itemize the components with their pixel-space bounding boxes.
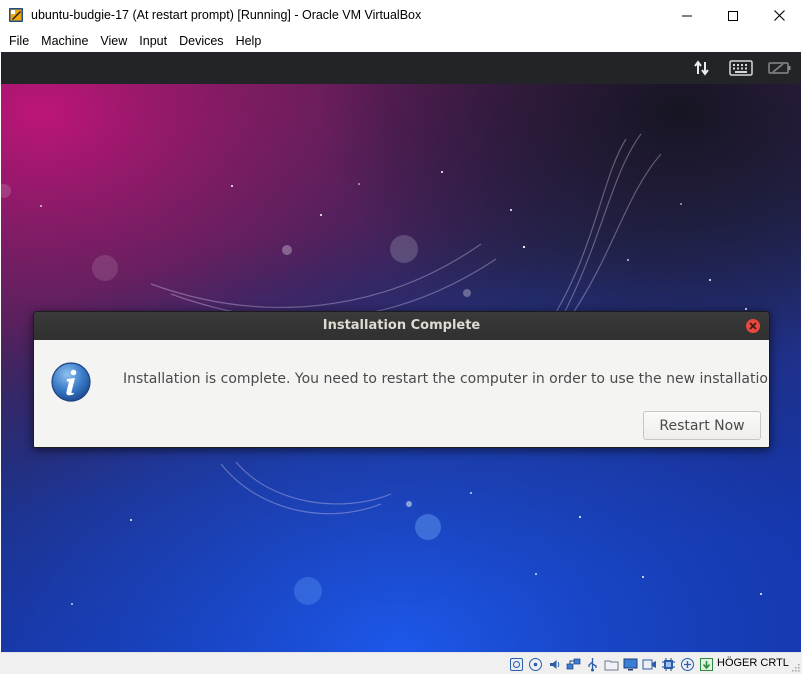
menu-view[interactable]: View: [94, 31, 133, 52]
info-icon: [51, 362, 91, 402]
status-bar: HÖGER CRTL: [0, 652, 802, 674]
dialog-body: Installation is complete. You need to re…: [34, 340, 770, 447]
host-key-arrow-icon[interactable]: [697, 655, 716, 673]
mouse-integration-icon[interactable]: [678, 655, 697, 673]
close-icon: [773, 10, 785, 21]
dialog-header: Installation Complete: [34, 312, 769, 340]
network-icon[interactable]: [564, 655, 583, 673]
close-icon: [749, 322, 757, 330]
virtualbox-icon: [9, 8, 23, 22]
guest-screen[interactable]: Installation Complete Installation is co…: [1, 52, 801, 652]
window-title: ubuntu-budgie-17 (At restart prompt) [Ru…: [31, 8, 422, 22]
shared-folders-icon[interactable]: [602, 655, 621, 673]
minimize-icon: [682, 15, 692, 16]
menu-file[interactable]: File: [3, 31, 35, 52]
hard-disk-icon[interactable]: [507, 655, 526, 673]
display-icon[interactable]: [621, 655, 640, 673]
menu-input[interactable]: Input: [133, 31, 173, 52]
usb-icon[interactable]: [583, 655, 602, 673]
dialog-close-button[interactable]: [746, 319, 760, 333]
minimize-button[interactable]: [664, 0, 710, 31]
host-key-label: HÖGER CRTL: [717, 657, 789, 669]
keyboard-icon[interactable]: [728, 58, 754, 78]
window-titlebar: ubuntu-budgie-17 (At restart prompt) [Ru…: [0, 0, 802, 31]
menu-help[interactable]: Help: [230, 31, 268, 52]
battery-icon[interactable]: [767, 58, 793, 78]
menu-devices[interactable]: Devices: [173, 31, 229, 52]
menu-machine[interactable]: Machine: [35, 31, 94, 52]
close-button[interactable]: [756, 0, 802, 31]
audio-icon[interactable]: [545, 655, 564, 673]
resize-grip-icon[interactable]: [790, 662, 800, 672]
video-capture-icon[interactable]: [640, 655, 659, 673]
dialog-message: Installation is complete. You need to re…: [123, 371, 770, 387]
installation-complete-dialog: Installation Complete Installation is co…: [33, 311, 770, 448]
cpu-icon[interactable]: [659, 655, 678, 673]
status-icons: [507, 655, 716, 673]
optical-drive-icon[interactable]: [526, 655, 545, 673]
maximize-icon: [728, 10, 738, 21]
dialog-title: Installation Complete: [322, 318, 481, 333]
guest-top-panel: [1, 52, 801, 84]
menu-bar: File Machine View Input Devices Help: [0, 31, 802, 52]
restart-now-button[interactable]: Restart Now: [643, 411, 761, 440]
maximize-button[interactable]: [710, 0, 756, 31]
network-transfer-icon[interactable]: [690, 58, 714, 78]
